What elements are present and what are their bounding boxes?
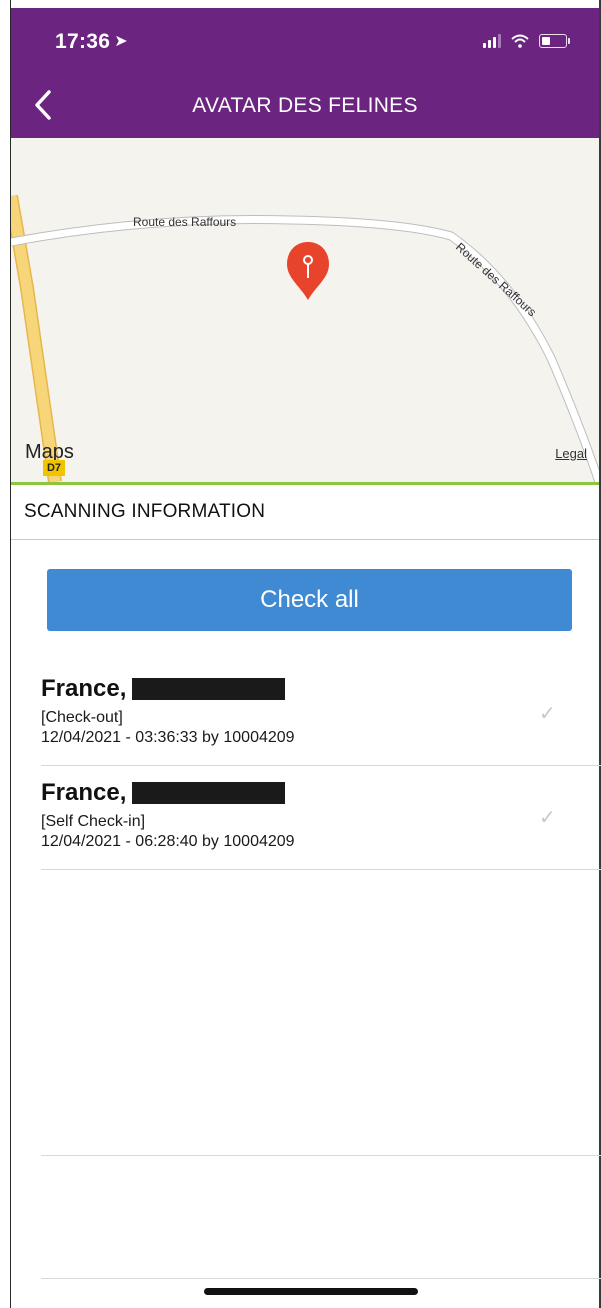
location-arrow-icon: ➤ [114, 33, 128, 50]
home-indicator[interactable] [204, 1288, 418, 1295]
cellular-signal-icon [483, 34, 501, 48]
status-time: 17:36 ➤ [55, 30, 128, 54]
list-item[interactable]: France, [Self Check-in] 12/04/2021 - 06:… [41, 779, 601, 851]
checkmark-icon[interactable]: ✓ [539, 704, 561, 724]
status-icons [483, 34, 570, 48]
item-name: France, [41, 675, 127, 702]
road-label-1: Route des Raffours [133, 215, 236, 229]
item-meta: 12/04/2021 - 03:36:33 by 10004209 [41, 729, 295, 746]
section-header: SCANNING INFORMATION [11, 485, 599, 540]
divider [41, 1155, 601, 1156]
redacted-name [132, 782, 286, 804]
section-title: SCANNING INFORMATION [24, 501, 266, 522]
phone-screen: 17:36 ➤ AVATAR DES FELINES Route des Raf… [0, 0, 601, 1308]
checkmark-icon[interactable]: ✓ [539, 808, 561, 828]
item-meta: 12/04/2021 - 06:28:40 by 10004209 [41, 833, 295, 850]
list-item[interactable]: France, [Check-out] 12/04/2021 - 03:36:3… [41, 675, 601, 747]
battery-level [542, 37, 550, 45]
wifi-icon [511, 34, 529, 48]
item-status: [Self Check-in] [41, 813, 146, 830]
map-pin-icon[interactable] [287, 242, 329, 300]
item-title: France, [41, 675, 601, 703]
item-title: France, [41, 779, 601, 807]
divider [41, 765, 601, 766]
legal-link[interactable]: Legal [555, 446, 587, 461]
road-badge: D7 [43, 460, 65, 476]
battery-icon [539, 34, 570, 48]
item-name: France, [41, 779, 127, 806]
app-header: 17:36 ➤ AVATAR DES FELINES [11, 8, 599, 138]
item-status: [Check-out] [41, 709, 123, 726]
divider [41, 1278, 601, 1279]
check-all-button[interactable]: Check all [47, 569, 572, 631]
redacted-name [132, 678, 286, 700]
map-view[interactable]: Route des Raffours Route des Raffours Ma… [11, 138, 599, 482]
battery-cap [568, 38, 570, 44]
status-time-text: 17:36 [55, 30, 111, 53]
page-title: AVATAR DES FELINES [192, 94, 418, 117]
divider [41, 869, 601, 870]
map-canvas: Route des Raffours Route des Raffours [11, 194, 599, 482]
road-label-2: Route des Raffours [453, 240, 539, 319]
